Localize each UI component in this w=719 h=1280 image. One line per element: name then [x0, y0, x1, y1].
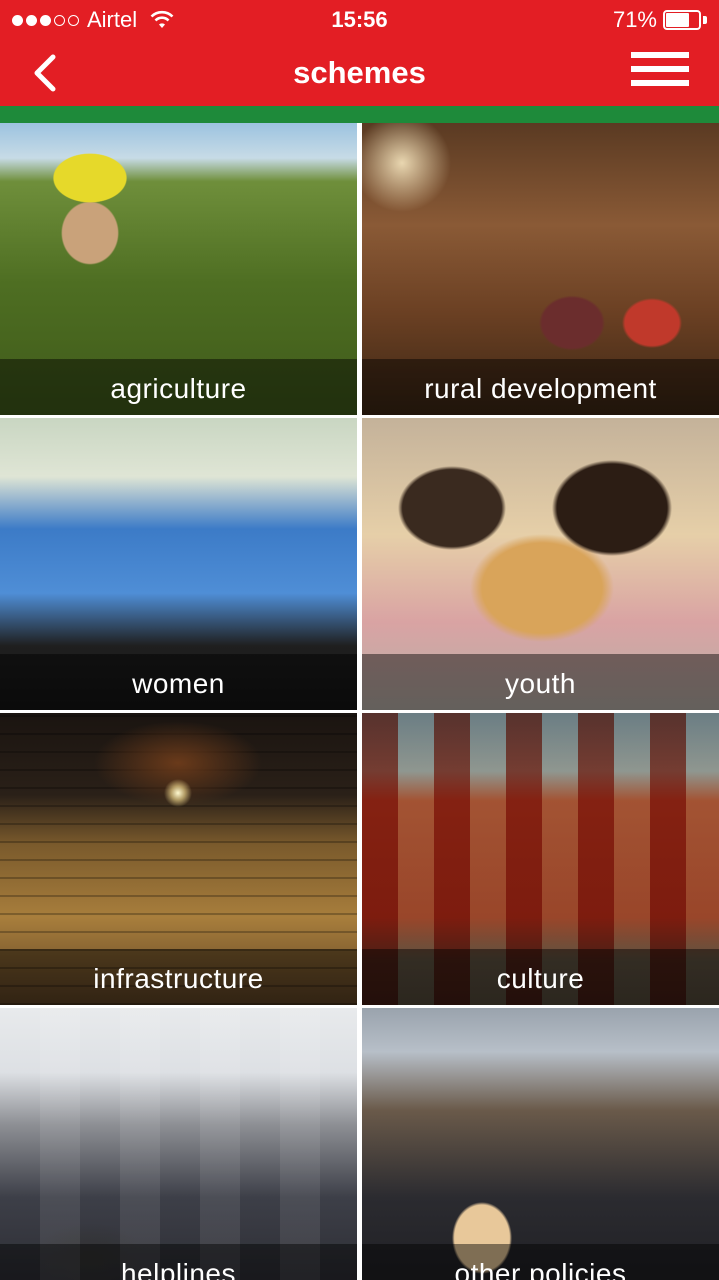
status-bar: Airtel 15:56 71%	[0, 0, 719, 40]
tile-label: helplines	[120, 1258, 237, 1280]
battery-level-fill	[666, 13, 689, 27]
tile-helplines[interactable]: helplines	[0, 1008, 357, 1280]
nav-bar: schemes	[0, 40, 719, 106]
tile-other-policies[interactable]: other policies	[362, 1008, 719, 1280]
menu-button[interactable]	[631, 52, 693, 94]
tile-culture[interactable]: culture	[362, 713, 719, 1005]
tile-label: culture	[496, 963, 585, 994]
tile-agriculture[interactable]: agriculture	[0, 123, 357, 415]
tile-label: youth	[505, 668, 576, 699]
other-policies-photo	[362, 1008, 719, 1280]
tile-label: other policies	[454, 1258, 627, 1280]
accent-strip	[0, 106, 719, 123]
tile-rural-development[interactable]: rural development	[362, 123, 719, 415]
tile-label: women	[132, 668, 225, 699]
battery-percent: 71%	[612, 7, 657, 32]
tile-label: rural development	[424, 373, 657, 404]
helplines-photo	[0, 1008, 357, 1280]
status-time: 15:56	[331, 7, 388, 32]
tile-label: agriculture	[110, 373, 247, 404]
tile-youth[interactable]: youth	[362, 418, 719, 710]
tile-label: infrastructure	[93, 963, 264, 994]
schemes-grid: agriculture rural development women yout…	[0, 123, 719, 1280]
status-right: 71%	[613, 7, 707, 33]
page-title: schemes	[293, 55, 426, 90]
battery-icon	[663, 10, 707, 30]
tile-infrastructure[interactable]: infrastructure	[0, 713, 357, 1005]
tile-women[interactable]: women	[0, 418, 357, 710]
hamburger-menu-icon	[631, 52, 689, 58]
